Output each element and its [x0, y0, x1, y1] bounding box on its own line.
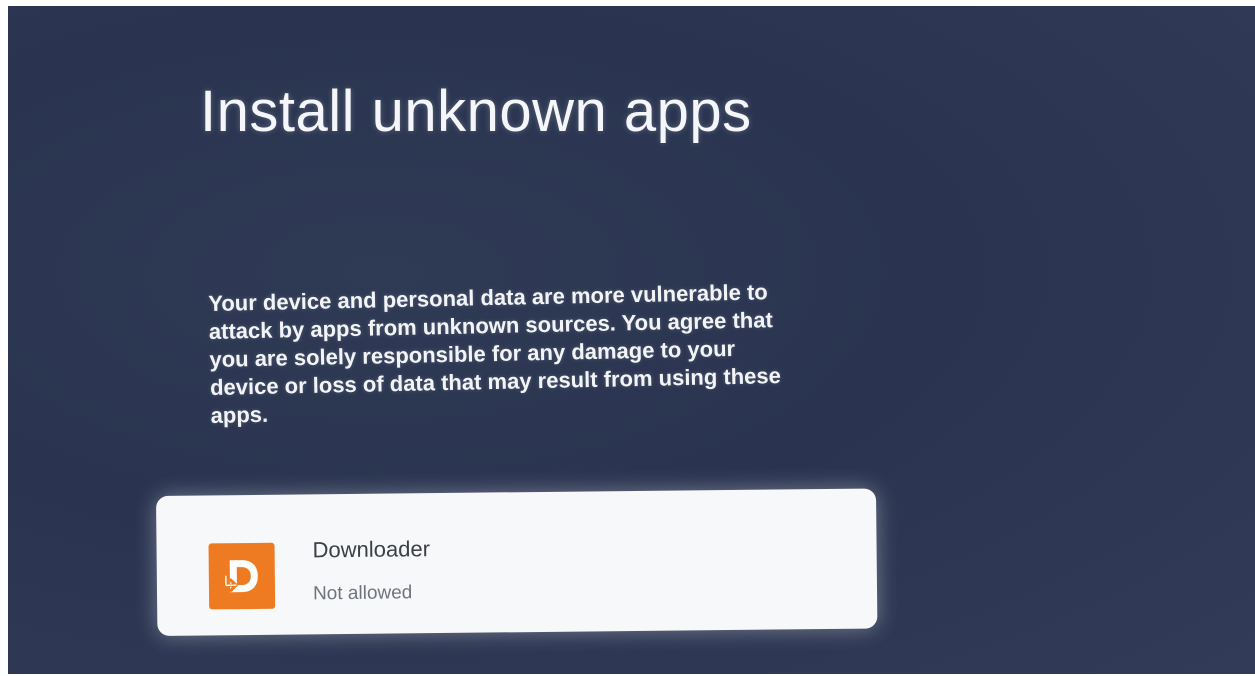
app-name: Downloader [312, 536, 431, 563]
page-title: Install unknown apps [200, 79, 752, 144]
warning-description: Your device and personal data are more v… [208, 279, 782, 428]
downloader-icon [208, 542, 276, 610]
app-list-item-downloader[interactable]: Downloader Not allowed [156, 488, 878, 636]
app-permission-status: Not allowed [312, 582, 413, 605]
settings-screen: Install unknown apps Your device and per… [8, 6, 1255, 674]
